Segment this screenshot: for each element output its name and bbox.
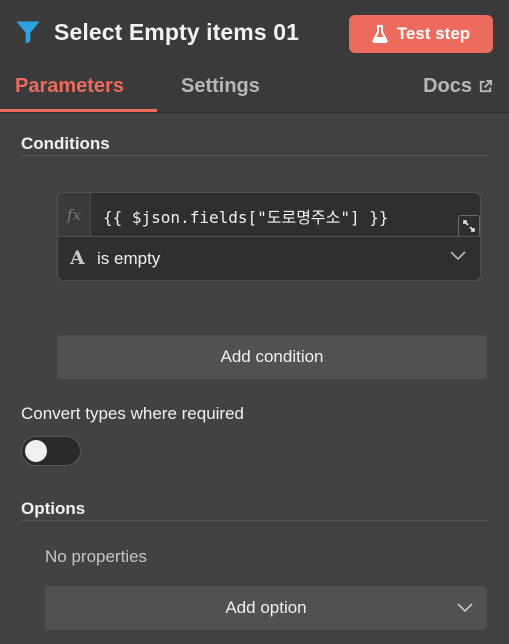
add-option-label: Add option [225, 598, 307, 617]
conditions-divider [21, 155, 488, 156]
node-header: Select Empty items 01 Test step [0, 0, 509, 68]
tab-bar: Parameters Settings Docs [0, 68, 509, 113]
flask-icon [372, 25, 388, 43]
node-title[interactable]: Select Empty items 01 [54, 19, 299, 46]
active-tab-indicator [0, 109, 157, 112]
tab-settings[interactable]: Settings [181, 75, 260, 98]
chevron-down-icon [450, 251, 466, 261]
external-link-icon [479, 79, 493, 93]
options-divider [21, 520, 488, 521]
expand-icon [463, 220, 475, 232]
operator-value: is empty [97, 249, 161, 268]
toggle-knob [25, 440, 47, 462]
chevron-down-icon [457, 603, 473, 613]
operator-select[interactable]: A is empty [58, 237, 480, 280]
filter-icon [16, 21, 40, 44]
docs-link[interactable]: Docs [423, 75, 493, 98]
options-title: Options [21, 499, 86, 518]
docs-label: Docs [423, 75, 472, 97]
condition-item: fx {{ $json.fields["도로명주소"] }} A is empt… [57, 192, 481, 281]
test-step-button[interactable]: Test step [349, 15, 493, 53]
convert-types-toggle[interactable] [21, 436, 81, 466]
condition-expression-input[interactable]: {{ $json.fields["도로명주소"] }} [103, 204, 389, 228]
fx-icon: fx [58, 193, 91, 236]
tab-parameters[interactable]: Parameters [15, 75, 124, 98]
expand-expression-button[interactable] [458, 215, 480, 237]
add-option-button[interactable]: Add option [45, 586, 487, 630]
convert-types-label: Convert types where required [21, 404, 245, 423]
no-properties-text: No properties [45, 547, 148, 566]
conditions-title: Conditions [21, 134, 110, 153]
add-condition-button[interactable]: Add condition [57, 335, 487, 379]
test-step-label: Test step [396, 24, 471, 43]
string-type-icon: A [70, 247, 85, 269]
